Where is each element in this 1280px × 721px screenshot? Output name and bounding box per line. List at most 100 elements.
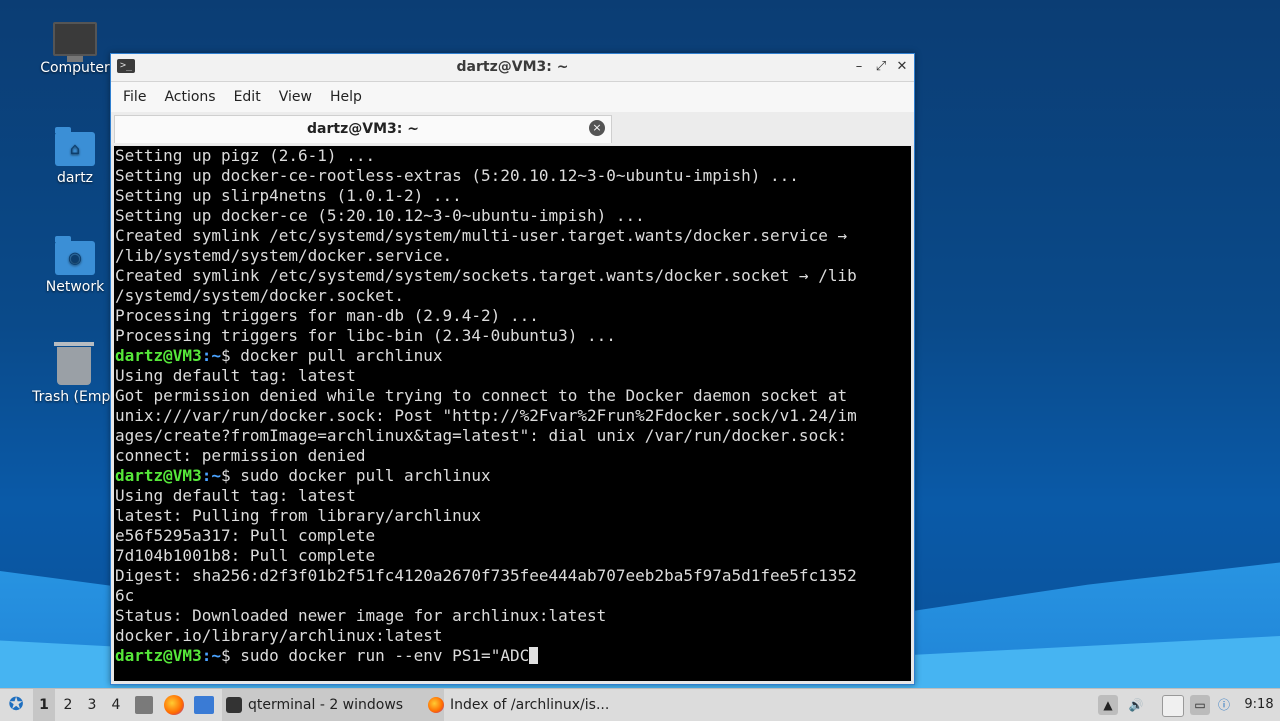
desktop-icon-computer[interactable]: Computer: [30, 22, 120, 76]
workspace-4[interactable]: 4: [105, 689, 127, 721]
desktop-icon-label: Computer: [40, 60, 110, 76]
close-button[interactable]: ✕: [893, 58, 911, 76]
line-text: latest: Pulling from library/archlinux: [115, 506, 482, 525]
terminal-output-line: Using default tag: latest: [114, 366, 911, 386]
terminal-output-line: Status: Downloaded newer image for archl…: [114, 606, 911, 626]
line-text: Using default tag: latest: [115, 486, 356, 505]
terminal-output-line: Created symlink /etc/systemd/system/mult…: [114, 226, 911, 246]
terminal-output-line: latest: Pulling from library/archlinux: [114, 506, 911, 526]
firefox-icon: [428, 697, 444, 713]
prompt-path: :~: [201, 346, 221, 365]
line-text: unix:///var/run/docker.sock: Post "http:…: [115, 406, 857, 425]
prompt-user: dartz@VM3: [115, 346, 202, 365]
terminal-prompt-line: dartz@VM3:~$ docker pull archlinux: [114, 346, 911, 366]
update-notifier-icon[interactable]: ⓘ: [1214, 695, 1234, 715]
clock[interactable]: 9:18: [1242, 689, 1276, 721]
prompt-symbol: $: [220, 466, 241, 485]
terminal-output-line: unix:///var/run/docker.sock: Post "http:…: [114, 406, 911, 426]
terminal-output-line: connect: permission denied: [114, 446, 911, 466]
menu-view[interactable]: View: [273, 89, 324, 105]
tab-close-icon[interactable]: ×: [589, 120, 605, 136]
terminal-output-line: Digest: sha256:d2f3f01b2f51fc4120a2670f7…: [114, 566, 911, 586]
line-text: Using default tag: latest: [115, 366, 356, 385]
terminal-output-line: /lib/systemd/system/docker.service.: [114, 246, 911, 266]
desktop-icon-label: dartz: [56, 170, 94, 186]
menu-bar: File Actions Edit View Help: [111, 82, 914, 112]
terminal-output-line: Using default tag: latest: [114, 486, 911, 506]
network-tray-icon[interactable]: ▭: [1190, 695, 1210, 715]
prompt-user: dartz@VM3: [115, 466, 202, 485]
task-qterminal[interactable]: qterminal - 2 windows: [222, 689, 444, 721]
line-text: /lib/systemd/system/docker.service.: [115, 246, 453, 265]
home-folder-icon: ⌂: [55, 127, 95, 166]
prompt-user: dartz@VM3: [115, 646, 202, 665]
line-text: Got permission denied while trying to co…: [115, 386, 848, 405]
terminal-output-line: Setting up pigz (2.6-1) ...: [114, 146, 911, 166]
line-text: Processing triggers for libc-bin (2.34-0…: [115, 326, 616, 345]
desktop-icon-label: Trash (Empt: [32, 389, 116, 405]
menu-file[interactable]: File: [117, 89, 158, 105]
terminal-output-line: Setting up docker-ce-rootless-extras (5:…: [114, 166, 911, 186]
line-text: /systemd/system/docker.socket.: [115, 286, 404, 305]
terminal-output-line: Processing triggers for man-db (2.9.4-2)…: [114, 306, 911, 326]
prompt-symbol: $: [220, 346, 241, 365]
line-text: Created symlink /etc/systemd/system/sock…: [115, 266, 857, 285]
line-text: Digest: sha256:d2f3f01b2f51fc4120a2670f7…: [115, 566, 857, 585]
line-text: Status: Downloaded newer image for archl…: [115, 606, 607, 625]
prompt-path: :~: [201, 466, 221, 485]
show-desktop-icon[interactable]: [194, 696, 214, 714]
line-text: sudo docker run --env PS1="ADC: [240, 646, 530, 665]
terminal-prompt-line: dartz@VM3:~$ sudo docker pull archlinux: [114, 466, 911, 486]
task-firefox[interactable]: Index of /archlinux/is...: [424, 689, 650, 721]
tab-bar: dartz@VM3: ~ ×: [111, 112, 914, 145]
line-text: Setting up pigz (2.6-1) ...: [115, 146, 376, 165]
line-text: e56f5295a317: Pull complete: [115, 526, 376, 545]
desktop-icon-trash[interactable]: Trash (Empt: [24, 342, 124, 405]
workspace-3[interactable]: 3: [81, 689, 103, 721]
terminal-output-line: Processing triggers for libc-bin (2.34-0…: [114, 326, 911, 346]
title-bar[interactable]: >_ dartz@VM3: ~ – ⤢ ✕: [111, 54, 914, 82]
terminal-output-line: 6c: [114, 586, 911, 606]
trash-icon: [54, 342, 94, 385]
terminal-output-line: e56f5295a317: Pull complete: [114, 526, 911, 546]
workspace-2[interactable]: 2: [57, 689, 79, 721]
terminal-output[interactable]: Setting up pigz (2.6-1) ... Setting up do…: [114, 146, 911, 681]
terminal-window[interactable]: >_ dartz@VM3: ~ – ⤢ ✕ File Actions Edit …: [110, 53, 915, 685]
terminal-output-line: ages/create?fromImage=archlinux&tag=late…: [114, 426, 911, 446]
text-cursor: [529, 647, 539, 664]
line-text: 6c: [115, 586, 135, 605]
minimize-button[interactable]: –: [850, 58, 868, 76]
tab-label: dartz@VM3: ~: [307, 121, 419, 137]
firefox-launcher-icon[interactable]: [164, 695, 184, 715]
task-label: qterminal - 2 windows: [248, 697, 404, 713]
line-text: Setting up docker-ce (5:20.10.12~3-0~ubu…: [115, 206, 645, 225]
terminal-output-line: 7d104b1001b8: Pull complete: [114, 546, 911, 566]
volume-icon[interactable]: 🔊: [1126, 695, 1146, 715]
network-folder-icon: ◉: [55, 236, 95, 275]
line-text: 7d104b1001b8: Pull complete: [115, 546, 376, 565]
maximize-button[interactable]: ⤢: [872, 58, 890, 76]
line-text: docker.io/library/archlinux:latest: [115, 626, 443, 645]
terminal-icon: [226, 697, 242, 713]
line-text: connect: permission denied: [115, 446, 366, 465]
menu-help[interactable]: Help: [324, 89, 374, 105]
desktop-icon-network[interactable]: ◉ Network: [30, 236, 120, 295]
terminal-output-line: docker.io/library/archlinux:latest: [114, 626, 911, 646]
line-text: docker pull archlinux: [240, 346, 443, 365]
terminal-output-line: /systemd/system/docker.socket.: [114, 286, 911, 306]
notes-tray-icon[interactable]: [1162, 695, 1184, 717]
file-manager-launcher-icon[interactable]: [135, 696, 153, 714]
task-label: Index of /archlinux/is...: [450, 697, 610, 713]
menu-actions[interactable]: Actions: [158, 89, 227, 105]
desktop-icon-home[interactable]: ⌂ dartz: [30, 127, 120, 186]
terminal-output-line: Setting up slirp4netns (1.0.1-2) ...: [114, 186, 911, 206]
window-title: dartz@VM3: ~: [456, 59, 569, 75]
menu-edit[interactable]: Edit: [228, 89, 273, 105]
line-text: sudo docker pull archlinux: [240, 466, 491, 485]
line-text: Setting up slirp4netns (1.0.1-2) ...: [115, 186, 462, 205]
clipboard-tray-icon[interactable]: ▲: [1098, 695, 1118, 715]
start-menu-icon[interactable]: ✪: [4, 693, 28, 717]
terminal-tab[interactable]: dartz@VM3: ~ ×: [114, 115, 612, 143]
workspace-1[interactable]: 1: [33, 689, 55, 721]
terminal-output-line: Created symlink /etc/systemd/system/sock…: [114, 266, 911, 286]
